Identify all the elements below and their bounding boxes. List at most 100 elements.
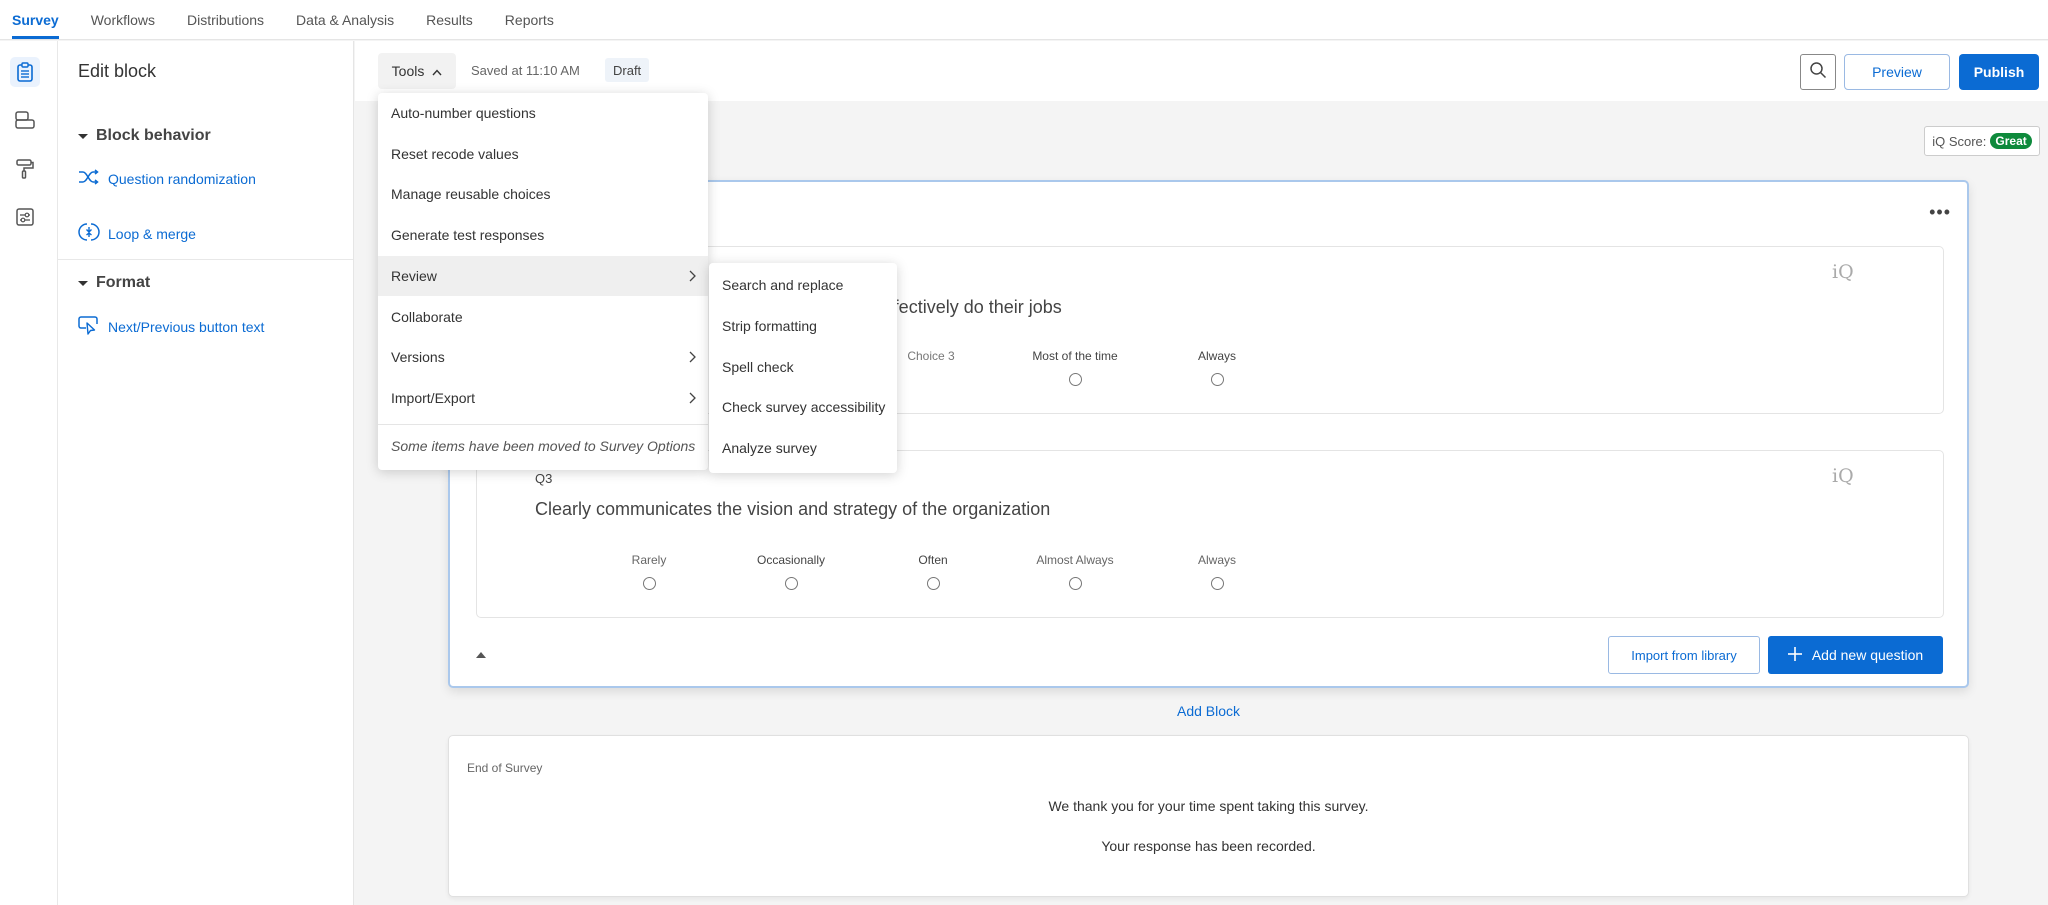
menu-item-label: Versions <box>391 349 445 365</box>
choice-radio[interactable] <box>642 577 656 590</box>
end-of-survey-block[interactable]: End of Survey We thank you for your time… <box>448 735 1969 897</box>
choice-column: Almost Always <box>1004 553 1146 593</box>
chevron-right-icon <box>689 350 696 366</box>
menu-item-review[interactable]: Review <box>378 256 708 296</box>
menu-item-versions[interactable]: Versions <box>378 337 708 377</box>
add-question-label: Add new question <box>1811 647 1924 663</box>
iq-score-badge: Great <box>1990 133 2032 149</box>
tools-label: Tools <box>391 63 425 79</box>
menu-note: Some items have been moved to Survey Opt… <box>391 438 696 454</box>
import-from-library-button[interactable]: Import from library <box>1608 636 1760 674</box>
chevron-up-icon <box>432 63 442 79</box>
link-label: Loop & merge <box>108 225 196 242</box>
tab-distributions[interactable]: Distributions <box>187 0 264 39</box>
chevron-right-icon <box>689 391 696 407</box>
choice-radio[interactable] <box>1068 577 1082 590</box>
saved-status: Saved at 11:10 AM <box>471 63 580 78</box>
menu-item-generate-test-responses[interactable]: Generate test responses <box>378 215 708 255</box>
menu-item-collaborate[interactable]: Collaborate <box>378 297 708 337</box>
menu-item-reset-recode-values[interactable]: Reset recode values <box>378 134 708 174</box>
question-text: ffectively do their jobs <box>889 297 1062 317</box>
search-button[interactable] <box>1800 54 1836 90</box>
choice-label: Almost Always <box>1036 553 1114 567</box>
choice-radio[interactable] <box>926 577 940 590</box>
submenu-item-spell-check[interactable]: Spell check <box>709 347 897 387</box>
left-icon-rail <box>0 41 58 905</box>
caret-down-icon <box>78 280 88 286</box>
choice-column: Rarely <box>578 553 720 593</box>
link-label: Next/Previous button text <box>108 318 265 335</box>
choice-column: Always <box>1146 553 1288 593</box>
iq-icon[interactable]: iQ <box>1832 261 1854 283</box>
preview-button[interactable]: Preview <box>1844 54 1950 90</box>
section-block-behavior[interactable]: Block behavior <box>78 127 211 145</box>
choice-column: Often <box>862 553 1004 593</box>
tab-data-analysis[interactable]: Data & Analysis <box>296 0 394 39</box>
choice-label: Always <box>1197 553 1236 567</box>
collapse-block-icon[interactable] <box>476 652 486 658</box>
menu-item-manage-reusable-choices[interactable]: Manage reusable choices <box>378 174 708 214</box>
section-format[interactable]: Format <box>78 274 150 292</box>
blocks-layout-icon[interactable] <box>10 105 40 135</box>
submenu-item-strip-formatting[interactable]: Strip formatting <box>709 306 897 346</box>
menu-item-label: Import/Export <box>391 390 476 406</box>
caret-down-icon <box>78 133 88 139</box>
next-previous-button-text-link[interactable]: Next/Previous button text <box>78 315 264 338</box>
survey-toolbar: Tools Saved at 11:10 AM Draft Preview Pu… <box>355 41 2048 101</box>
tools-dropdown-menu: Auto-number questions Reset recode value… <box>378 93 708 470</box>
choice-radio[interactable] <box>1210 577 1224 590</box>
end-message-recorded: Your response has been recorded. <box>1101 838 1316 854</box>
menu-item-label: Review <box>391 268 437 284</box>
draft-badge: Draft <box>605 58 650 82</box>
choice-label: Rarely <box>631 553 667 567</box>
section-label: Block behavior <box>96 127 211 144</box>
submenu-item-check-survey-accessibility[interactable]: Check survey accessibility <box>709 387 897 427</box>
more-options-icon[interactable]: ••• <box>1929 202 1951 223</box>
publish-button[interactable]: Publish <box>1959 54 2039 90</box>
choice-radio[interactable] <box>1068 373 1082 386</box>
submenu-item-search-and-replace[interactable]: Search and replace <box>709 265 897 305</box>
top-navigation: Survey Workflows Distributions Data & An… <box>0 0 2048 40</box>
choice-column: Most of the time <box>1004 349 1146 389</box>
tab-reports[interactable]: Reports <box>505 0 554 39</box>
choice-radio[interactable] <box>784 577 798 590</box>
tools-button[interactable]: Tools <box>378 53 456 89</box>
end-of-survey-label: End of Survey <box>467 761 543 775</box>
submenu-item-analyze-survey[interactable]: Analyze survey <box>709 428 897 468</box>
section-divider <box>58 259 353 260</box>
iq-icon[interactable]: iQ <box>1832 465 1854 487</box>
end-message-thanks: We thank you for your time spent taking … <box>1048 798 1369 814</box>
search-icon <box>1809 61 1827 84</box>
survey-options-sliders-icon[interactable] <box>10 202 40 232</box>
question-randomization-link[interactable]: Question randomization <box>78 169 256 188</box>
survey-clipboard-icon[interactable] <box>10 57 40 87</box>
chevron-right-icon <box>689 269 696 285</box>
loop-icon <box>78 221 100 246</box>
section-label: Format <box>96 274 151 291</box>
iq-score-label: iQ Score: <box>1932 133 1987 149</box>
iq-score-button[interactable]: iQ Score: Great <box>1924 126 2040 156</box>
choice-radio[interactable] <box>1210 373 1224 386</box>
look-and-feel-paint-roller-icon[interactable] <box>10 154 40 184</box>
review-submenu: Search and replace Strip formatting Spel… <box>709 263 897 473</box>
loop-merge-link[interactable]: Loop & merge <box>78 221 196 246</box>
menu-divider <box>378 424 708 425</box>
menu-item-auto-number-questions[interactable]: Auto-number questions <box>378 93 708 133</box>
plus-icon <box>1787 646 1802 664</box>
panel-title: Edit block <box>78 61 157 81</box>
question-text: Clearly communicates the vision and stra… <box>535 499 1051 519</box>
add-block-link[interactable]: Add Block <box>1177 703 1240 719</box>
shuffle-icon <box>78 169 100 188</box>
choice-label: Most of the time <box>1032 349 1118 363</box>
choice-column: Occasionally <box>720 553 862 593</box>
link-label: Question randomization <box>108 170 256 187</box>
menu-item-import-export[interactable]: Import/Export <box>378 378 708 418</box>
tab-survey[interactable]: Survey <box>12 0 59 39</box>
choice-label: Always <box>1197 349 1236 363</box>
tab-results[interactable]: Results <box>426 0 473 39</box>
question-id: Q3 <box>535 471 553 486</box>
choice-column: Always <box>1146 349 1288 389</box>
question-card[interactable]: Q3 Clearly communicates the vision and s… <box>476 450 1944 618</box>
add-new-question-button[interactable]: Add new question <box>1768 636 1943 674</box>
tab-workflows[interactable]: Workflows <box>91 0 155 39</box>
